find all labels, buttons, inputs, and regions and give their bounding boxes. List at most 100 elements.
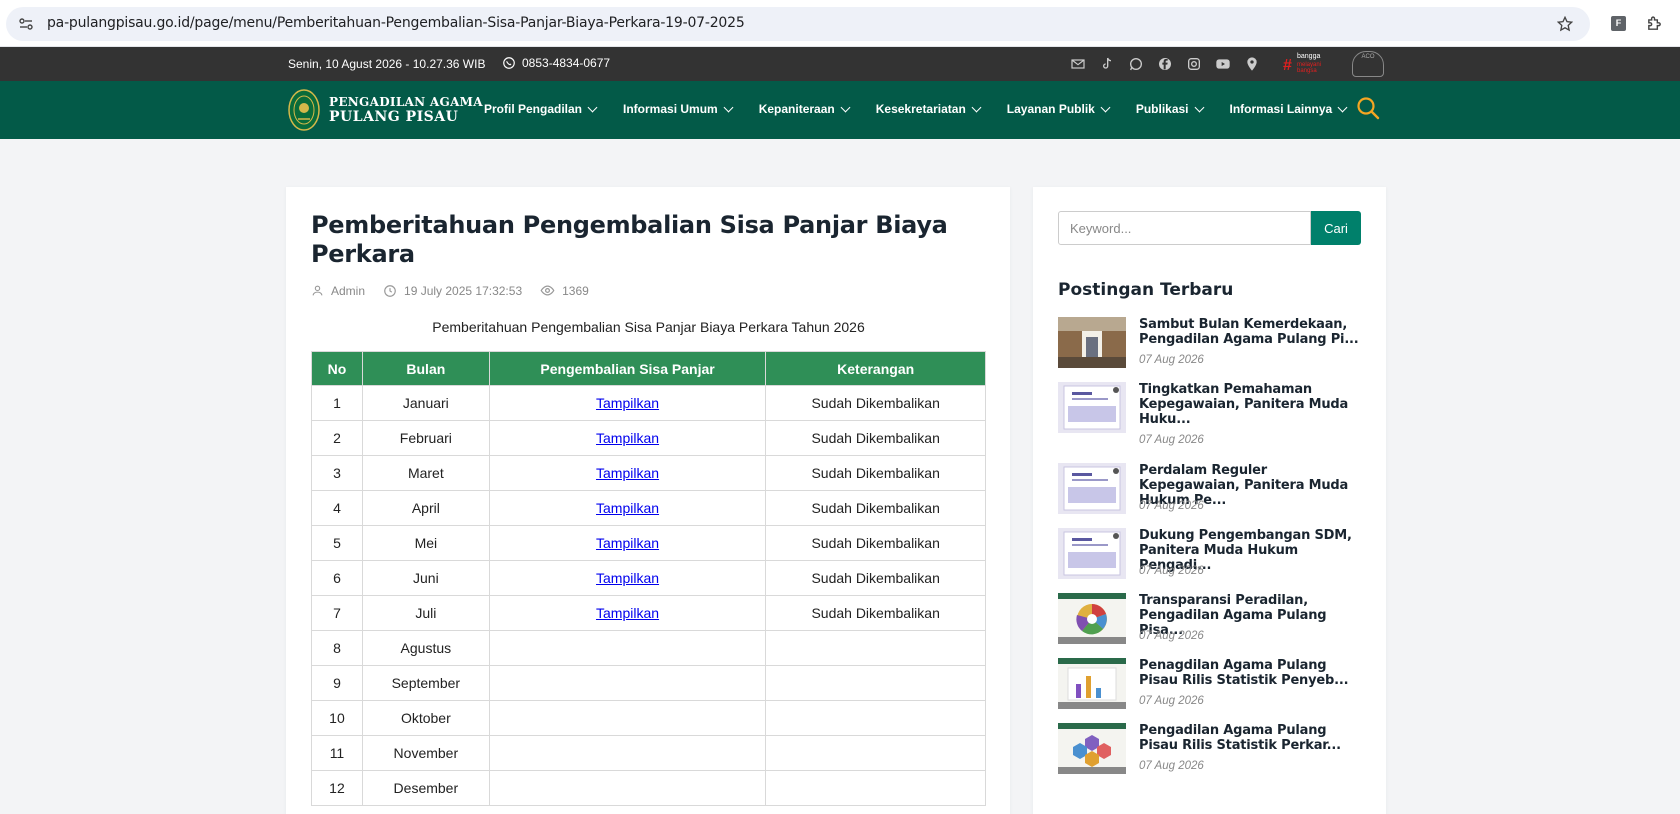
top-info-bar: Senin, 10 Agust 2026 - 10.27.36 WIB 0853… [0,47,1680,81]
cell-link [488,700,767,736]
post-subtitle: Pemberitahuan Pengembalian Sisa Panjar B… [432,319,865,335]
nav-profil-pengadilan[interactable]: Profil Pengadilan [484,102,598,116]
aco-logo-label: ACO [1361,54,1375,60]
keyword-search-input[interactable] [1058,211,1311,245]
cell-link [488,630,767,666]
cell-link: Tampilkan [488,560,767,596]
chevron-down-icon [971,102,982,112]
nav-kesekretariatan[interactable]: Kesekretariatan [876,102,982,116]
whatsapp-icon[interactable] [1128,56,1144,72]
recent-post-item[interactable]: Transparansi Peradilan, Pengadilan Agama… [1058,593,1363,658]
recent-post-title[interactable]: Tingkatkan Pemahaman Kepegawaian, Panite… [1139,382,1363,427]
post-meta: Admin 19 July 2025 17:32:53 1369 [311,283,607,298]
bangga-logo-small: bangga [1297,53,1321,60]
cell-no: 10 [311,700,363,736]
post-thumbnail[interactable] [1058,382,1126,433]
tampilkan-link[interactable]: Tampilkan [596,500,659,516]
site-logo-text[interactable]: PENGADILAN AGAMA PULANG PISAU [329,95,483,125]
nav-kepaniteraan[interactable]: Kepaniteraan [759,102,851,116]
nav-label: Informasi Umum [623,102,718,116]
tampilkan-link[interactable]: Tampilkan [596,535,659,551]
logo-line-2: PULANG PISAU [329,109,459,125]
recent-post-item[interactable]: Dukung Pengembangan SDM, Panitera Muda H… [1058,528,1363,593]
cell-no: 3 [311,455,363,491]
tampilkan-link[interactable]: Tampilkan [596,570,659,586]
cell-keterangan [765,735,986,771]
chevron-down-icon [1337,102,1348,112]
sidebar-card: Cari Postingan Terbaru Sambut Bulan Keme… [1033,187,1386,814]
nav-informasi-lainnya[interactable]: Informasi Lainnya [1230,102,1348,116]
recent-post-item[interactable]: Penagdilan Agama Pulang Pisau Rilis Stat… [1058,658,1363,723]
site-settings-icon[interactable] [18,16,34,32]
tampilkan-link[interactable]: Tampilkan [596,465,659,481]
recent-post-title[interactable]: Sambut Bulan Kemerdekaan, Pengadilan Aga… [1139,317,1363,347]
post-card: Pemberitahuan Pengembalian Sisa Panjar B… [286,187,1010,814]
table-row: 12 Desember [311,770,986,806]
cell-keterangan [765,630,986,666]
views-count: 1369 [562,283,589,298]
youtube-icon[interactable] [1215,56,1231,72]
cell-bulan: Januari [361,385,490,421]
cell-link: Tampilkan [488,525,767,561]
chevron-down-icon [723,102,734,112]
search-submit-button[interactable]: Cari [1311,211,1361,245]
cell-no: 2 [311,420,363,456]
post-views: 1369 [540,283,589,298]
bookmark-star-icon[interactable] [1557,16,1573,32]
recent-post-date: 07 Aug 2026 [1139,434,1204,446]
recent-post-item[interactable]: Tingkatkan Pemahaman Kepegawaian, Panite… [1058,382,1363,463]
cell-keterangan: Sudah Dikembalikan [765,490,986,526]
phone-contact[interactable]: 0853-4834-0677 [502,56,610,70]
facebook-icon[interactable] [1157,56,1173,72]
recent-post-title[interactable]: Penagdilan Agama Pulang Pisau Rilis Stat… [1139,658,1363,688]
extensions-puzzle-icon[interactable] [1646,15,1663,32]
address-bar[interactable]: pa-pulangpisau.go.id/page/menu/Pemberita… [6,7,1590,41]
recent-post-date: 07 Aug 2026 [1139,354,1204,366]
recent-post-title[interactable]: Pengadilan Agama Pulang Pisau Rilis Stat… [1139,723,1363,753]
nav-layanan-publik[interactable]: Layanan Publik [1007,102,1111,116]
cell-link [488,735,767,771]
current-datetime: Senin, 10 Agust 2026 - 10.27.36 WIB [288,57,486,71]
refund-table: No Bulan Pengembalian Sisa Panjar Ketera… [311,351,986,806]
instagram-icon[interactable] [1186,56,1202,72]
table-row: 9 September [311,665,986,701]
recent-post-item[interactable]: Sambut Bulan Kemerdekaan, Pengadilan Aga… [1058,317,1363,382]
phone-number[interactable]: 0853-4834-0677 [522,56,610,70]
chevron-down-icon [1194,102,1204,112]
cell-keterangan [765,770,986,806]
recent-post-item[interactable]: Pengadilan Agama Pulang Pisau Rilis Stat… [1058,723,1363,783]
table-row: 7 Juli Tampilkan Sudah Dikembalikan [311,595,986,631]
tampilkan-link[interactable]: Tampilkan [596,605,659,621]
post-thumbnail[interactable] [1058,593,1126,644]
table-row: 3 Maret Tampilkan Sudah Dikembalikan [311,455,986,491]
whatsapp-icon [503,57,515,69]
table-row: 5 Mei Tampilkan Sudah Dikembalikan [311,525,986,561]
location-icon[interactable] [1244,56,1260,72]
recent-post-date: 07 Aug 2026 [1139,500,1204,512]
chevron-down-icon [587,102,598,112]
tampilkan-link[interactable]: Tampilkan [596,430,659,446]
date-text: 19 July 2025 17:32:53 [404,283,523,298]
recent-post-item[interactable]: Perdalam Reguler Kepegawaian, Panitera M… [1058,463,1363,528]
bangga-logo-mark: # [1283,57,1292,74]
extension-icon[interactable]: F [1611,16,1626,31]
nav-publikasi[interactable]: Publikasi [1136,102,1204,116]
cell-no: 5 [311,525,363,561]
post-thumbnail[interactable] [1058,317,1126,368]
post-thumbnail[interactable] [1058,658,1126,709]
cell-link: Tampilkan [488,455,767,491]
cell-bulan: Mei [361,525,490,561]
post-thumbnail[interactable] [1058,463,1126,514]
mail-icon[interactable] [1070,56,1086,72]
cell-bulan: Juli [361,595,490,631]
nav-informasi-umum[interactable]: Informasi Umum [623,102,734,116]
post-title: Pemberitahuan Pengembalian Sisa Panjar B… [311,211,948,268]
post-thumbnail[interactable] [1058,528,1126,579]
url-text[interactable]: pa-pulangpisau.go.id/page/menu/Pemberita… [47,15,745,31]
tiktok-icon[interactable] [1099,56,1115,72]
post-author: Admin [311,284,365,298]
court-emblem-logo[interactable] [288,89,320,131]
post-thumbnail[interactable] [1058,723,1126,774]
search-icon[interactable] [1356,96,1380,120]
tampilkan-link[interactable]: Tampilkan [596,395,659,411]
